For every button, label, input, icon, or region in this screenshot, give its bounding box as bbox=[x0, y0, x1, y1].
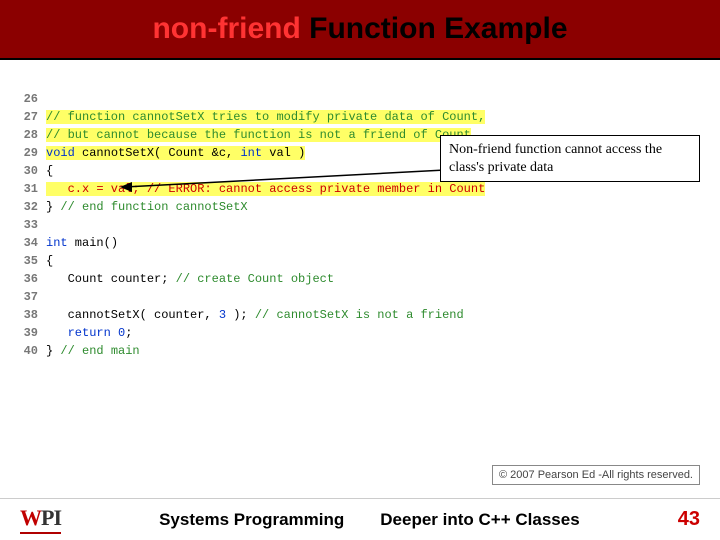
line-number: 33 bbox=[12, 216, 38, 234]
title-bar: non-friend Function Example bbox=[0, 0, 720, 60]
slide-title: non-friend Function Example bbox=[152, 12, 567, 46]
footer-course: Systems Programming bbox=[159, 510, 344, 530]
line-number: 38 bbox=[12, 306, 38, 324]
line-number: 35 bbox=[12, 252, 38, 270]
line-number: 36 bbox=[12, 270, 38, 288]
wpi-logo: WPI bbox=[20, 505, 61, 534]
footer-center: Systems Programming Deeper into C++ Clas… bbox=[61, 510, 678, 530]
slide-footer: WPI Systems Programming Deeper into C++ … bbox=[0, 498, 720, 540]
code-line: 39 return 0; bbox=[12, 324, 502, 342]
line-number: 29 bbox=[12, 144, 38, 162]
callout-annotation: Non-friend function cannot access the cl… bbox=[440, 135, 700, 182]
line-number: 40 bbox=[12, 342, 38, 360]
code-line: 38 cannotSetX( counter, 3 ); // cannotSe… bbox=[12, 306, 502, 324]
line-number: 39 bbox=[12, 324, 38, 342]
line-number: 28 bbox=[12, 126, 38, 144]
line-number: 32 bbox=[12, 198, 38, 216]
code-line: 28// but cannot because the function is … bbox=[12, 126, 502, 144]
code-line: 29void cannotSetX( Count &c, int val ) bbox=[12, 144, 502, 162]
title-rest: Function Example bbox=[301, 12, 568, 45]
code-listing: 26 27// function cannotSetX tries to mod… bbox=[12, 90, 502, 360]
code-line: 40} // end main bbox=[12, 342, 502, 360]
code-line: 35{ bbox=[12, 252, 502, 270]
code-line: 36 Count counter; // create Count object bbox=[12, 270, 502, 288]
callout-text: Non-friend function cannot access the cl… bbox=[449, 142, 662, 175]
line-number: 34 bbox=[12, 234, 38, 252]
code-line: 26 bbox=[12, 90, 502, 108]
footer-topic: Deeper into C++ Classes bbox=[380, 510, 579, 530]
code-line: 27// function cannotSetX tries to modify… bbox=[12, 108, 502, 126]
line-number: 37 bbox=[12, 288, 38, 306]
line-number: 26 bbox=[12, 90, 38, 108]
line-number: 27 bbox=[12, 108, 38, 126]
line-number: 31 bbox=[12, 180, 38, 198]
copyright-notice: © 2007 Pearson Ed -All rights reserved. bbox=[492, 465, 700, 485]
callout-arrow bbox=[120, 165, 450, 205]
code-line: 33 bbox=[12, 216, 502, 234]
code-line: 34int main() bbox=[12, 234, 502, 252]
page-number: 43 bbox=[678, 508, 700, 531]
code-line: 37 bbox=[12, 288, 502, 306]
line-number: 30 bbox=[12, 162, 38, 180]
title-keyword: non-friend bbox=[152, 12, 300, 45]
